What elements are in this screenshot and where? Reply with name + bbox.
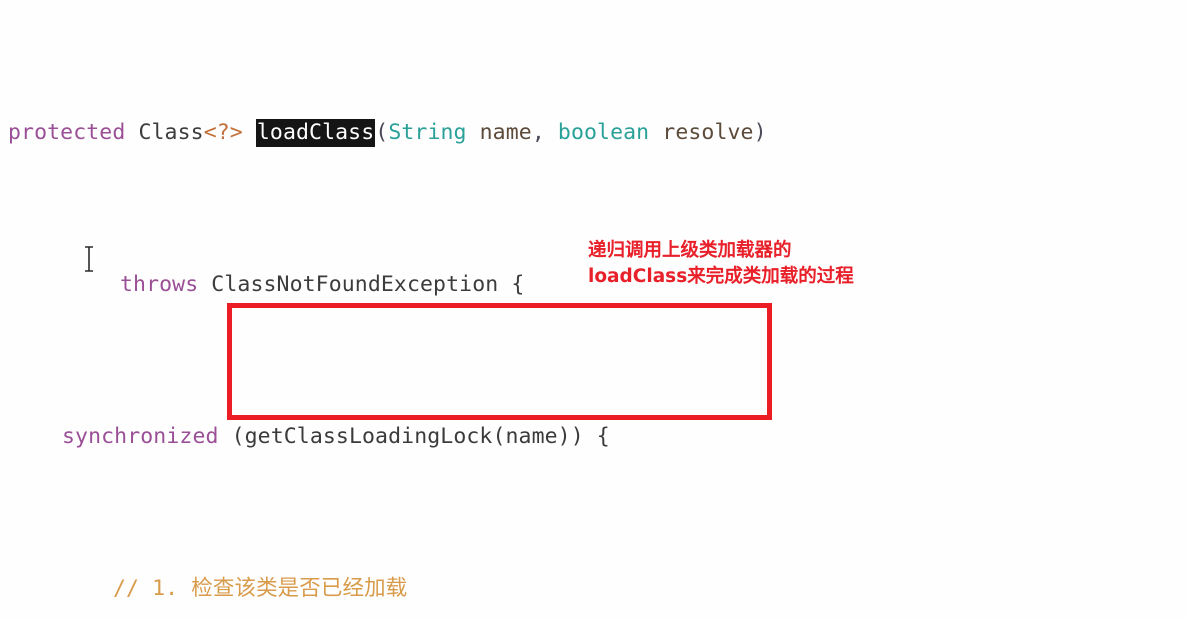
token-param-resolve: resolve	[649, 120, 754, 145]
token-type-class: Class	[138, 120, 204, 145]
comment-check-loaded: // 1. 检查该类是否已经加载	[113, 576, 408, 601]
code-line-4: // 1. 检查该类是否已经加载	[0, 570, 1188, 608]
token-generic-wildcard: <?>	[203, 120, 243, 145]
annotation-line-2: loadClass来完成类加载的过程	[588, 266, 854, 287]
code-line-3: synchronized (getClassLoadingLock(name))…	[0, 418, 1188, 456]
red-annotation-text: 递归调用上级类加载器的 loadClass来完成类加载的过程	[588, 238, 854, 290]
code-line-1: protected Class<?> loadClass(String name…	[0, 114, 1188, 152]
token-param-name: name	[466, 120, 532, 145]
token-comma: ,	[531, 120, 558, 145]
token-highlighted-method-loadclass[interactable]: loadClass	[255, 119, 376, 147]
token-keyword-synchronized: synchronized	[62, 424, 219, 449]
text-ibeam-cursor-icon	[85, 246, 93, 272]
token-keyword-protected: protected	[8, 120, 126, 145]
token-type-boolean: boolean	[557, 120, 650, 145]
annotation-line-1: 递归调用上级类加载器的	[588, 240, 792, 261]
token-paren-close: )	[753, 120, 767, 145]
code-block[interactable]: protected Class<?> loadClass(String name…	[0, 0, 1188, 618]
token-keyword-throws: throws	[120, 272, 199, 297]
token-type-string: String	[388, 120, 467, 145]
code-screenshot: protected Class<?> loadClass(String name…	[0, 0, 1188, 618]
token-type-classnotfoundexception: ClassNotFoundException {	[198, 272, 525, 297]
token-paren-open: (	[375, 120, 389, 145]
token-lock-expression: (getClassLoadingLock(name)) {	[218, 424, 610, 449]
